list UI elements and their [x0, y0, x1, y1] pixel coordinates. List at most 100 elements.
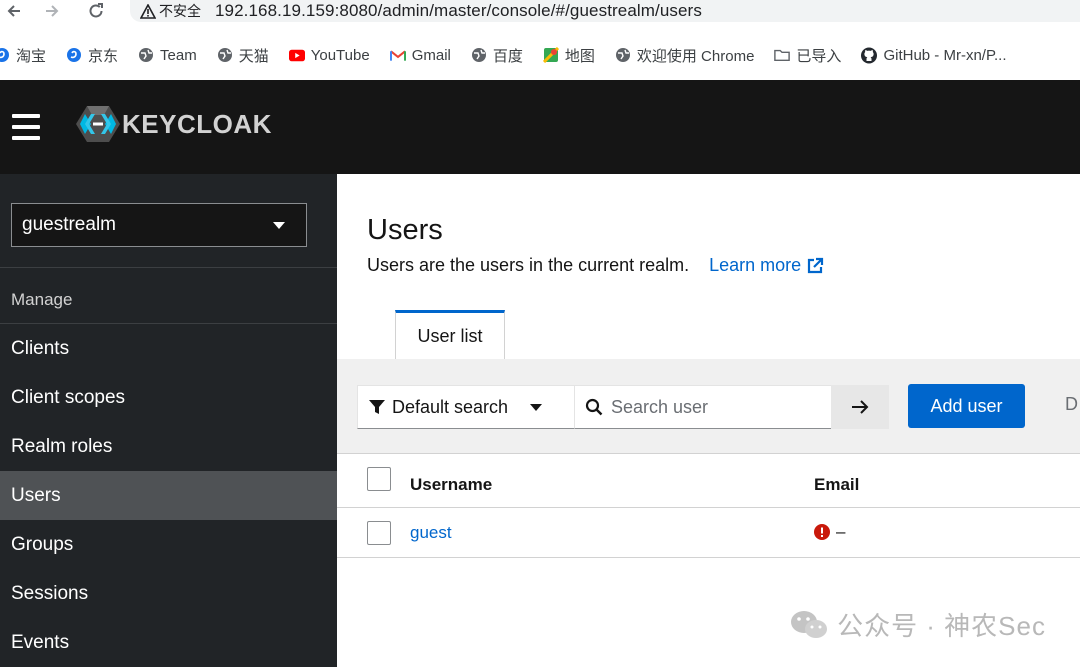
- sidebar-item-label: Events: [11, 631, 70, 653]
- security-label: 不安全: [159, 3, 201, 19]
- sidebar-item-label: Clients: [11, 337, 70, 359]
- table-row: guest –: [337, 508, 1080, 558]
- globe-icon: [471, 47, 487, 63]
- wechat-watermark: 公众号 · 神农Sec: [789, 606, 1046, 643]
- search-user-field[interactable]: [575, 385, 831, 429]
- search-type-label: Default search: [392, 396, 509, 417]
- url-text[interactable]: 192.168.19.159:8080/admin/master/console…: [215, 1, 702, 21]
- hamburger-bar: [12, 114, 40, 118]
- bookmark-baidu[interactable]: 百度: [471, 45, 523, 66]
- keycloak-logo[interactable]: KEYCLOAK: [76, 104, 272, 144]
- bookmark-youtube[interactable]: YouTube: [288, 46, 370, 64]
- logo-text: KEYCLOAK: [122, 108, 272, 139]
- bookmark-label: GitHub - Mr-xn/P...: [883, 46, 1007, 64]
- search-submit-button[interactable]: [831, 385, 889, 429]
- learn-more-label: Learn more: [709, 255, 802, 275]
- youtube-icon: [288, 47, 305, 63]
- hamburger-bar: [12, 125, 40, 129]
- sidebar-item-events[interactable]: Events: [0, 618, 337, 667]
- sidebar-item-sessions[interactable]: Sessions: [0, 569, 337, 618]
- bookmark-label: 天猫: [238, 47, 269, 65]
- nav-section-manage: Manage: [11, 290, 73, 309]
- wechat-icon: [791, 610, 828, 638]
- swirl-icon: [66, 47, 82, 63]
- bookmark-label: 淘宝: [16, 47, 47, 65]
- swirl-icon: [0, 47, 10, 63]
- bookmark-maps[interactable]: 地图: [542, 45, 595, 66]
- tab-user-list[interactable]: User list: [395, 310, 505, 360]
- search-user-input[interactable]: [611, 396, 821, 418]
- search-type-dropdown[interactable]: Default search: [357, 385, 575, 429]
- filter-icon: [369, 400, 385, 414]
- add-user-button[interactable]: Add user: [908, 384, 1025, 428]
- bookmark-jd[interactable]: 京东: [66, 45, 118, 66]
- bookmark-label: 已导入: [796, 47, 842, 65]
- back-button[interactable]: [0, 0, 28, 22]
- email-cell: –: [814, 522, 845, 542]
- address-bar[interactable]: 不安全 192.168.19.159:8080/admin/master/con…: [130, 0, 1080, 22]
- app-header: KEYCLOAK: [0, 80, 1080, 174]
- bookmark-label: 欢迎使用 Chrome: [636, 47, 755, 65]
- sidebar-item-groups[interactable]: Groups: [0, 520, 337, 569]
- username-link[interactable]: guest: [410, 523, 452, 543]
- caret-down-icon: [273, 221, 285, 229]
- email-value: –: [836, 522, 846, 541]
- gmail-icon: [389, 47, 406, 63]
- bookmark-chrome-welcome[interactable]: 欢迎使用 Chrome: [615, 45, 755, 66]
- realm-name: guestrealm: [22, 214, 116, 235]
- delete-user-button[interactable]: D: [1065, 394, 1078, 415]
- folder-icon: [774, 47, 791, 63]
- sidebar-item-label: Realm roles: [11, 435, 113, 457]
- bookmark-label: 百度: [492, 47, 523, 65]
- sidebar-item-clients[interactable]: Clients: [0, 324, 337, 373]
- sidebar: guestrealm Manage Clients Client scopes …: [0, 174, 337, 667]
- bookmark-label: Gmail: [411, 46, 451, 64]
- bookmark-taobao[interactable]: 淘宝: [0, 45, 46, 66]
- bookmark-label: YouTube: [310, 46, 370, 64]
- bookmark-github[interactable]: GitHub - Mr-xn/P...: [861, 46, 1007, 64]
- forward-button[interactable]: [38, 0, 66, 22]
- sidebar-item-realm-roles[interactable]: Realm roles: [0, 422, 337, 471]
- bookmark-team[interactable]: Team: [138, 47, 197, 64]
- sidebar-item-client-scopes[interactable]: Client scopes: [0, 373, 337, 422]
- exclamation-circle-icon: [814, 524, 830, 540]
- realm-selector[interactable]: guestrealm: [11, 203, 307, 247]
- bookmarks-bar: 淘宝 京东 Team 天猫 YouTube Gmail 百度 地图 欢迎使用 C…: [0, 40, 1080, 70]
- globe-icon: [138, 47, 154, 63]
- caret-down-icon: [530, 403, 543, 411]
- bookmark-gmail[interactable]: Gmail: [389, 46, 451, 64]
- arrow-right-icon: [852, 400, 869, 414]
- page-description: Users are the users in the current realm…: [367, 255, 824, 276]
- arrow-right-icon: [46, 5, 59, 17]
- page-description-text: Users are the users in the current realm…: [367, 255, 690, 275]
- browser-address-row: 不安全 192.168.19.159:8080/admin/master/con…: [0, 0, 1080, 40]
- sidebar-item-label: Sessions: [11, 582, 89, 604]
- search-icon: [585, 398, 603, 416]
- table-header-row: Username Email: [337, 454, 1080, 508]
- bookmark-imported-folder[interactable]: 已导入: [774, 45, 841, 66]
- globe-icon: [217, 47, 233, 63]
- bookmark-label: 京东: [88, 47, 119, 65]
- divider: [0, 267, 337, 268]
- sidebar-item-label: Groups: [11, 533, 74, 555]
- bookmark-label: Team: [160, 46, 197, 64]
- bookmark-tmall[interactable]: 天猫: [217, 45, 269, 66]
- tab-label: User list: [417, 326, 483, 346]
- main-content: Users Users are the users in the current…: [337, 174, 1080, 667]
- maps-icon: [542, 47, 559, 63]
- page-header: Users Users are the users in the current…: [337, 174, 1080, 360]
- sidebar-item-users[interactable]: Users: [0, 471, 337, 520]
- warning-triangle-icon: [140, 3, 156, 19]
- select-all-checkbox[interactable]: [367, 467, 391, 491]
- learn-more-link[interactable]: Learn more: [709, 255, 824, 276]
- sidebar-item-label: Client scopes: [11, 386, 126, 408]
- column-header-username[interactable]: Username: [410, 475, 492, 495]
- security-indicator[interactable]: 不安全: [140, 1, 201, 21]
- column-header-email[interactable]: Email: [814, 475, 859, 495]
- hamburger-menu-button[interactable]: [12, 114, 40, 140]
- watermark-text: 公众号 · 神农Sec: [837, 611, 1046, 641]
- row-checkbox[interactable]: [367, 521, 391, 545]
- github-icon: [861, 47, 878, 63]
- page-title: Users: [367, 214, 443, 246]
- reload-button[interactable]: [82, 0, 110, 22]
